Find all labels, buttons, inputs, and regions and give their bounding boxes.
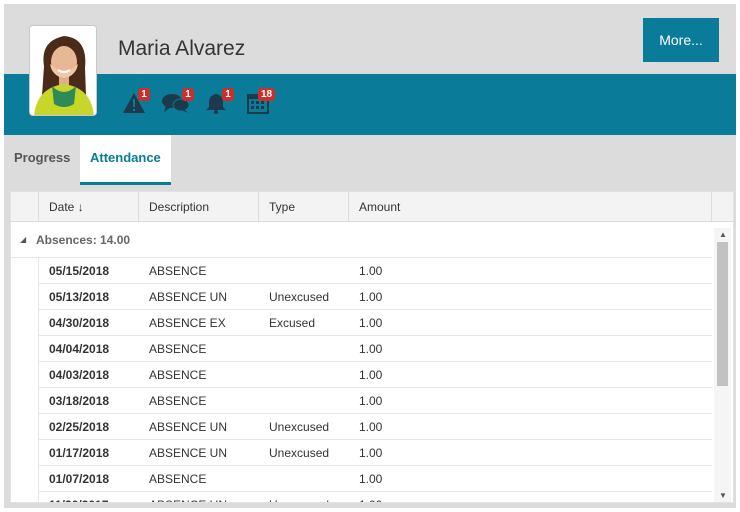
- column-header-amount[interactable]: Amount: [359, 200, 400, 214]
- scroll-thumb[interactable]: [717, 242, 728, 386]
- cell-date: 05/13/2018: [49, 290, 110, 304]
- cell-date: 01/17/2018: [49, 446, 110, 460]
- cell-amount: 1.00: [359, 420, 383, 434]
- cell-type: Unexcused: [269, 290, 330, 304]
- cell-description: ABSENCE EX: [149, 316, 226, 330]
- column-label-date: Date: [49, 200, 75, 214]
- cell-amount: 1.00: [359, 498, 382, 502]
- cell-date: 04/30/2018: [49, 316, 110, 330]
- grid-header: Date ↓ Description Type Amount: [11, 192, 733, 222]
- header-band: [4, 74, 736, 135]
- table-row[interactable]: 01/17/2018 ABSENCE UN Unexcused 1.00: [38, 440, 712, 466]
- collapse-triangle-icon[interactable]: ◢: [20, 235, 26, 244]
- tab-bar: Progress Attendance: [4, 135, 736, 185]
- table-row[interactable]: 04/03/2018 ABSENCE 1.00: [38, 362, 712, 388]
- cell-amount: 1.00: [359, 316, 383, 330]
- grid-rows: 05/15/2018 ABSENCE 1.00 05/13/2018 ABSENCE U…: [38, 258, 712, 502]
- student-avatar: [29, 25, 97, 116]
- cell-amount: 1.00: [359, 446, 383, 460]
- warnings-count-badge: 1: [138, 88, 150, 101]
- table-row[interactable]: 04/30/2018 ABSENCE EX Excused 1.00: [38, 310, 712, 336]
- scroll-up-icon[interactable]: ▲: [719, 231, 727, 239]
- cell-amount: 1.00: [359, 264, 383, 278]
- more-button[interactable]: More...: [643, 18, 719, 62]
- cell-type: Unexcused: [269, 420, 330, 434]
- cell-amount: 1.00: [359, 290, 383, 304]
- column-header-description[interactable]: Description: [149, 200, 209, 214]
- table-row[interactable]: 04/04/2018 ABSENCE 1.00: [38, 336, 712, 362]
- table-row[interactable]: 02/25/2018 ABSENCE UN Unexcused 1.00: [38, 414, 712, 440]
- cell-amount: 1.00: [359, 394, 383, 408]
- cell-date: 05/15/2018: [49, 264, 110, 278]
- tab-progress[interactable]: Progress: [4, 135, 80, 185]
- cell-type: Excused: [269, 316, 316, 330]
- cell-description: ABSENCE UN: [149, 290, 228, 304]
- cell-date: 11/30/2017: [49, 498, 108, 502]
- student-panel: Maria Alvarez More... 1 1 1 18 Progress …: [4, 4, 736, 508]
- tab-attendance[interactable]: Attendance: [80, 135, 171, 185]
- table-row[interactable]: 03/18/2018 ABSENCE 1.00: [38, 388, 712, 414]
- attendance-grid: Date ↓ Description Type Amount ◢ Absence…: [10, 191, 734, 503]
- cell-description: ABSENCE: [149, 368, 207, 382]
- table-row[interactable]: 05/15/2018 ABSENCE 1.00: [38, 258, 712, 284]
- cell-description: ABSENCE: [149, 472, 207, 486]
- table-row[interactable]: 11/30/2017 ABSENCE UN Unexcused 1.00: [38, 492, 712, 502]
- table-row[interactable]: 05/13/2018 ABSENCE UN Unexcused 1.00: [38, 284, 712, 310]
- notifications-alert[interactable]: 1: [204, 88, 234, 118]
- table-row[interactable]: 01/07/2018 ABSENCE 1.00: [38, 466, 712, 492]
- cell-date: 01/07/2018: [49, 472, 110, 486]
- cell-description: ABSENCE UN: [149, 420, 228, 434]
- cell-date: 03/18/2018: [49, 394, 110, 408]
- cell-type: Unexcused: [269, 446, 330, 460]
- cell-description: ABSENCE: [149, 342, 207, 356]
- cell-description: ABSENCE: [149, 394, 207, 408]
- messages-count-badge: 1: [182, 88, 194, 101]
- column-header-date[interactable]: Date ↓: [49, 200, 84, 214]
- student-name: Maria Alvarez: [118, 37, 246, 60]
- group-row-absences[interactable]: ◢ Absences: 14.00: [11, 222, 711, 258]
- scroll-down-icon[interactable]: ▼: [719, 492, 727, 500]
- vertical-scrollbar[interactable]: ▲ ▼: [714, 228, 731, 502]
- cell-amount: 1.00: [359, 342, 383, 356]
- group-label: Absences: 14.00: [36, 233, 131, 247]
- cell-date: 04/04/2018: [49, 342, 110, 356]
- notifications-count-badge: 1: [222, 88, 234, 101]
- cell-description: ABSENCE UN: [149, 446, 228, 460]
- column-header-type[interactable]: Type: [269, 200, 295, 214]
- cell-description: ABSENCE: [149, 264, 207, 278]
- cell-date: 04/03/2018: [49, 368, 110, 382]
- calendar-count-badge: 18: [258, 88, 276, 101]
- sort-descending-icon: ↓: [77, 200, 84, 214]
- cell-type: Unexcused: [269, 498, 329, 502]
- cell-description: ABSENCE UN: [149, 498, 227, 502]
- cell-amount: 1.00: [359, 472, 383, 486]
- cell-date: 02/25/2018: [49, 420, 110, 434]
- warnings-alert[interactable]: 1: [122, 88, 152, 118]
- calendar-alert[interactable]: 18: [246, 88, 276, 118]
- messages-alert[interactable]: 1: [162, 88, 194, 118]
- cell-amount: 1.00: [359, 368, 383, 382]
